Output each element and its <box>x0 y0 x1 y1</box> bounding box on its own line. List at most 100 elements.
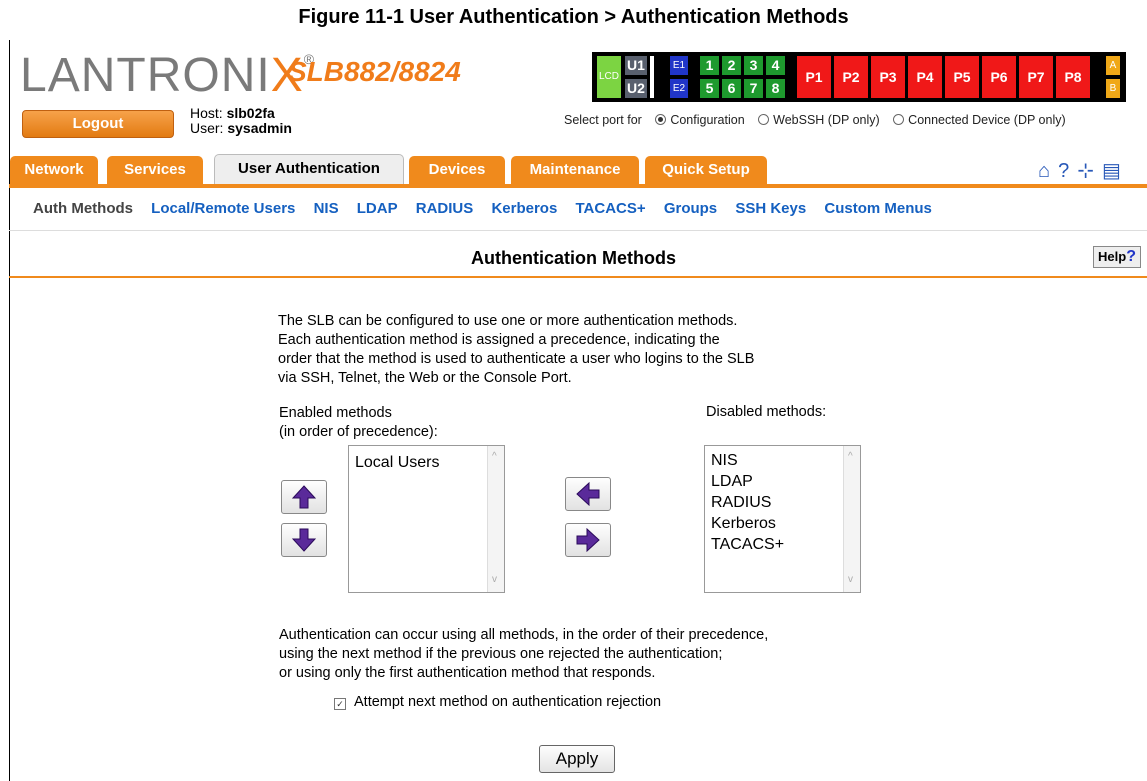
port-6[interactable]: 6 <box>722 79 741 98</box>
port-7[interactable]: 7 <box>744 79 763 98</box>
log-icon[interactable]: ▤ <box>1102 160 1129 182</box>
port-u2[interactable]: U2 <box>625 79 647 98</box>
description-line: order that the method is used to authent… <box>278 351 755 367</box>
list-item[interactable]: Local Users <box>349 446 504 473</box>
move-down-button[interactable] <box>281 523 327 557</box>
port-u1[interactable]: U1 <box>625 56 647 75</box>
tab-user-authentication[interactable]: User Authentication <box>214 154 404 185</box>
description-text: The SLB can be configured to use one or … <box>278 312 878 388</box>
scrollbar[interactable] <box>487 446 504 592</box>
port-p7[interactable]: P7 <box>1019 56 1053 98</box>
scrollbar[interactable] <box>843 446 860 592</box>
port-a[interactable]: A <box>1106 56 1120 75</box>
port-e2[interactable]: E2 <box>670 79 688 98</box>
port-5[interactable]: 5 <box>700 79 719 98</box>
port-e1[interactable]: E1 <box>670 56 688 75</box>
port-separator <box>650 56 654 98</box>
tab-services[interactable]: Services <box>107 156 203 184</box>
subnav-kerberos[interactable]: Kerberos <box>491 200 557 217</box>
apply-button[interactable]: Apply <box>539 745 615 773</box>
enable-method-button[interactable] <box>565 477 611 511</box>
subnav-divider <box>9 230 1147 231</box>
enabled-label-line1: Enabled methods <box>279 405 392 421</box>
subnav-custom-menus[interactable]: Custom Menus <box>824 200 932 217</box>
radio-webssh[interactable] <box>758 114 770 125</box>
frame-border <box>9 40 10 781</box>
tab-underline <box>9 184 1147 188</box>
logout-button[interactable]: Logout <box>22 110 174 138</box>
port-p4[interactable]: P4 <box>908 56 942 98</box>
subnav-nis[interactable]: NIS <box>314 200 339 217</box>
port-3[interactable]: 3 <box>744 56 763 75</box>
left-arrow-icon <box>576 482 600 506</box>
list-item[interactable]: NIS <box>705 446 860 471</box>
user-label: User: <box>190 120 224 136</box>
help-question-icon[interactable]: ? <box>1058 160 1077 182</box>
list-item[interactable]: TACACS+ <box>705 534 860 555</box>
port-8[interactable]: 8 <box>766 79 785 98</box>
right-arrow-icon <box>576 528 600 552</box>
radio-configuration-label: Configuration <box>670 113 745 127</box>
list-item[interactable]: Kerberos <box>705 513 860 534</box>
model-name: SLB882/8824 <box>288 56 461 87</box>
attempt-next-label: Attempt next method on authentication re… <box>354 694 662 710</box>
main-tabs: Network Services User Authentication Dev… <box>9 154 1147 185</box>
move-up-button[interactable] <box>281 480 327 514</box>
subnav-groups[interactable]: Groups <box>664 200 717 217</box>
subnav-tacacs[interactable]: TACACS+ <box>575 200 645 217</box>
port-p6[interactable]: P6 <box>982 56 1016 98</box>
lcd-port[interactable]: LCD <box>597 56 621 98</box>
footer-line: Authentication can occur using all metho… <box>279 627 769 643</box>
expand-icon[interactable]: ⊹ <box>1077 160 1102 182</box>
radio-connected-device-label: Connected Device (DP only) <box>908 113 1066 127</box>
help-question-mark: ? <box>1126 248 1136 265</box>
port-p3[interactable]: P3 <box>871 56 905 98</box>
list-item[interactable]: LDAP <box>705 471 860 492</box>
tab-quick-setup[interactable]: Quick Setup <box>645 156 767 184</box>
toolbar-icons: ⌂?⊹▤ <box>1038 158 1129 183</box>
port-b[interactable]: B <box>1106 79 1120 98</box>
subnav-local-remote-users[interactable]: Local/Remote Users <box>151 200 295 217</box>
radio-configuration[interactable] <box>655 114 667 125</box>
port-p5[interactable]: P5 <box>945 56 979 98</box>
select-port-row: Select port for Configuration WebSSH (DP… <box>564 113 1066 127</box>
logo-text: LANTRONI <box>20 49 271 102</box>
figure-caption: Figure 11-1 User Authentication > Authen… <box>298 6 849 28</box>
lantronix-logo: LANTRONIX® <box>20 52 315 100</box>
help-label: Help <box>1098 249 1127 264</box>
home-icon[interactable]: ⌂ <box>1038 160 1058 182</box>
select-port-label: Select port for <box>564 113 642 127</box>
host-info: Host: slb02fa User: sysadmin <box>190 106 292 136</box>
subnav-auth-methods[interactable]: Auth Methods <box>33 200 133 217</box>
subnav-ssh-keys[interactable]: SSH Keys <box>735 200 806 217</box>
radio-connected-device[interactable] <box>893 114 905 125</box>
host-label: Host: <box>190 105 223 121</box>
attempt-next-checkbox[interactable]: ✓ <box>334 698 346 710</box>
footer-line: using the next method if the previous on… <box>279 646 723 662</box>
list-item[interactable]: RADIUS <box>705 492 860 513</box>
disable-method-button[interactable] <box>565 523 611 557</box>
description-line: Each authentication method is assigned a… <box>278 332 720 348</box>
subnav-ldap[interactable]: LDAP <box>357 200 398 217</box>
subnav-radius[interactable]: RADIUS <box>416 200 474 217</box>
tab-devices[interactable]: Devices <box>409 156 505 184</box>
tab-network[interactable]: Network <box>10 156 98 184</box>
port-p2[interactable]: P2 <box>834 56 868 98</box>
disabled-methods-label: Disabled methods: <box>706 404 827 420</box>
tab-maintenance[interactable]: Maintenance <box>511 156 639 184</box>
footer-line: or using only the first authentication m… <box>279 665 656 681</box>
host-value: slb02fa <box>226 105 275 121</box>
port-2[interactable]: 2 <box>722 56 741 75</box>
port-1[interactable]: 1 <box>700 56 719 75</box>
enabled-methods-list[interactable]: Local Users <box>348 445 505 593</box>
disabled-methods-list[interactable]: NIS LDAP RADIUS Kerberos TACACS+ <box>704 445 861 593</box>
help-button[interactable]: Help? <box>1093 246 1141 268</box>
attempt-next-row: ✓ Attempt next method on authentication r… <box>334 694 661 710</box>
down-arrow-icon <box>292 528 316 552</box>
port-4[interactable]: 4 <box>766 56 785 75</box>
port-p1[interactable]: P1 <box>797 56 831 98</box>
enabled-methods-label: Enabled methods (in order of precedence)… <box>279 404 438 442</box>
title-divider <box>9 276 1147 278</box>
description-line: via SSH, Telnet, the Web or the Console … <box>278 370 572 386</box>
port-p8[interactable]: P8 <box>1056 56 1090 98</box>
